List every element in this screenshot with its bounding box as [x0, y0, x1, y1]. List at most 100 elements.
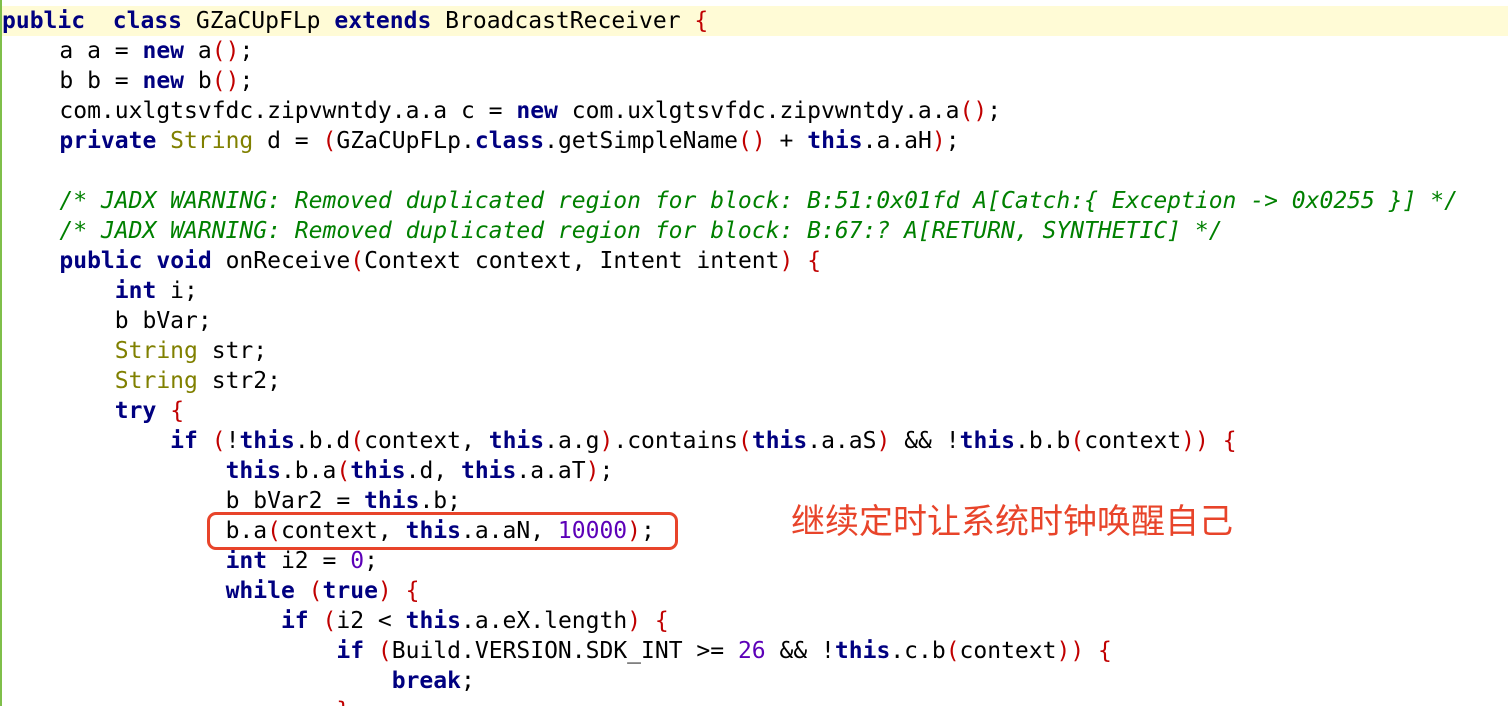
code-token: this: [751, 428, 808, 454]
code-token: this: [225, 458, 281, 484]
code-line: while (true) {: [4, 576, 420, 606]
code-token: .b.b: [1014, 428, 1071, 454]
code-token: {: [694, 8, 709, 34]
code-token: ;: [987, 98, 1002, 124]
code-token: ): [585, 458, 600, 484]
code-token: .b.a: [280, 458, 337, 484]
code-token: ): [599, 428, 614, 454]
code-line: String str2;: [4, 366, 281, 396]
code-token: /* JADX WARNING: Removed duplicated regi…: [59, 218, 1223, 244]
code-token: ;: [599, 458, 614, 484]
code-token: context: [959, 638, 1057, 664]
code-token: {: [405, 578, 420, 604]
code-token: public: [59, 248, 143, 274]
code-token: i;: [156, 278, 198, 304]
code-token: context,: [364, 428, 489, 454]
code-line: public void onReceive(Context context, I…: [4, 246, 821, 276]
code-token: class: [112, 8, 183, 34]
code-token: +: [765, 128, 808, 154]
highlight-box: [207, 512, 678, 550]
code-token: onReceive: [211, 248, 351, 274]
code-token: .contains: [613, 428, 738, 454]
code-token: }: [336, 698, 350, 706]
code-token: this: [834, 638, 891, 664]
code-token: ): [931, 128, 946, 154]
code-line: if (i2 < this.a.eX.length) {: [4, 606, 669, 636]
code-line: public class GZaCUpFLp extends Broadcast…: [2, 6, 1508, 36]
code-token: BroadcastReceiver: [431, 8, 695, 34]
code-token: a a =: [59, 38, 143, 64]
code-token: b bVar2 =: [225, 488, 365, 514]
code-token: String: [114, 368, 198, 394]
code-token: ): [876, 428, 891, 454]
code-token: i2 =: [267, 548, 351, 574]
code-token: ): [779, 248, 794, 274]
code-token: GZaCUpFLp: [182, 8, 335, 34]
code-token: new: [142, 38, 185, 64]
code-line: try {: [4, 396, 184, 426]
code-token: this: [350, 458, 406, 484]
code-token: (): [737, 128, 766, 154]
code-token: .a.eX.length: [461, 608, 628, 634]
code-token: ;: [239, 38, 254, 64]
code-token: (: [945, 638, 960, 664]
code-token: this: [959, 428, 1015, 454]
code-token: ): [627, 608, 642, 634]
code-line: a a = new a();: [4, 36, 253, 66]
code-token: .getSimpleName: [544, 128, 738, 154]
code-token: {: [1222, 428, 1237, 454]
code-token: b bVar;: [114, 308, 212, 334]
code-token: .a.g: [544, 428, 600, 454]
code-token: && !: [765, 638, 835, 664]
code-token: ;: [364, 548, 378, 574]
code-line: if (Build.VERSION.SDK_INT >= 26 && !this…: [4, 636, 1112, 666]
code-token: .a.aT: [516, 458, 586, 484]
code-token: extends: [334, 8, 432, 34]
code-token: new: [516, 98, 558, 124]
code-token: while: [225, 578, 295, 604]
code-token: if: [280, 608, 309, 634]
code-token: .d,: [405, 458, 461, 484]
code-token: String: [156, 128, 254, 154]
code-token: && !: [890, 428, 960, 454]
code-token: {: [170, 398, 185, 424]
code-token: b b =: [59, 68, 143, 94]
code-token: (: [322, 128, 337, 154]
code-line: String str;: [4, 336, 267, 366]
code-token: ;: [239, 68, 254, 94]
code-line: break;: [4, 666, 475, 696]
code-token: public: [2, 8, 86, 34]
code-token: b: [184, 68, 212, 94]
code-token: (): [959, 98, 988, 124]
code-token: i2 <: [336, 608, 406, 634]
code-token: 0: [350, 548, 365, 574]
code-token: if: [336, 638, 365, 664]
code-token: .b.d: [294, 428, 351, 454]
code-line: private String d = (GZaCUpFLp.class.getS…: [4, 126, 960, 156]
code-token: context: [1084, 428, 1182, 454]
code-token: if: [170, 428, 198, 454]
annotation-text: 继续定时让系统时钟唤醒自己: [791, 502, 1233, 542]
code-token: d =: [253, 128, 323, 154]
code-token: )): [1056, 638, 1085, 664]
code-token: ;: [945, 128, 960, 154]
code-token: this: [807, 128, 863, 154]
code-token: try: [114, 398, 157, 424]
code-token: com.uxlgtsvfdc.zipvwntdy.a.a: [557, 98, 960, 124]
code-token: (: [1070, 428, 1085, 454]
code-line: /* JADX WARNING: Removed duplicated regi…: [4, 216, 1223, 246]
code-line: if (!this.b.d(context, this.a.g).contain…: [4, 426, 1237, 456]
code-line: b bVar;: [4, 306, 212, 336]
code-line: com.uxlgtsvfdc.zipvwntdy.a.a c = new com…: [4, 96, 1001, 126]
code-token: {: [654, 608, 669, 634]
code-token: String: [114, 338, 198, 364]
